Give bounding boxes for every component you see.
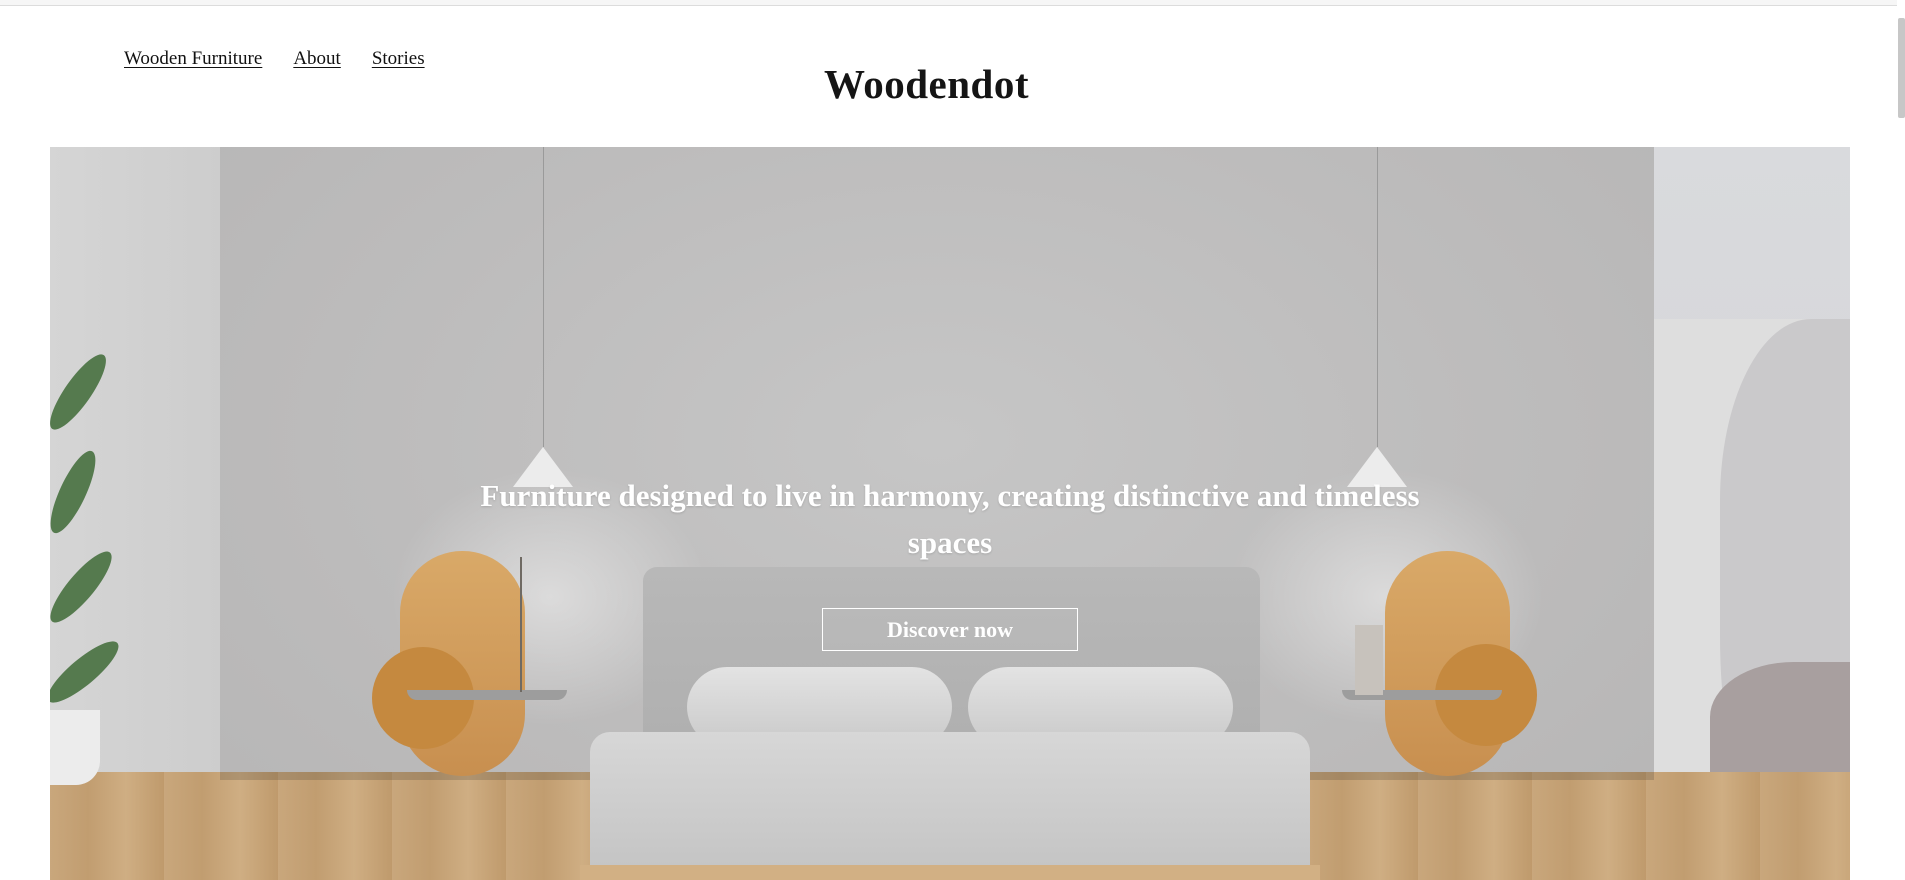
nav-link-about[interactable]: About: [293, 48, 341, 70]
brand-logo[interactable]: Woodendot: [824, 60, 1029, 108]
discover-now-button[interactable]: Discover now: [822, 608, 1078, 651]
browser-top-divider: [0, 0, 1905, 6]
cotton-branch: [520, 557, 522, 692]
decor-vase: [1355, 625, 1383, 695]
hero-banner: Furniture designed to live in harmony, c…: [50, 147, 1850, 880]
page: Wooden Furniture About Stories Woodendot: [0, 0, 1905, 880]
bed-mattress: [590, 732, 1310, 880]
page-scrollbar[interactable]: [1897, 0, 1905, 880]
plant-pot: [50, 710, 100, 785]
hero-headline: Furniture designed to live in harmony, c…: [480, 478, 1420, 560]
nav-link-wooden-furniture[interactable]: Wooden Furniture: [124, 48, 262, 70]
lamp-cord-right: [1377, 147, 1378, 447]
bed-base: [580, 865, 1320, 880]
nightstand-shelf-left: [407, 690, 567, 700]
main-nav: Wooden Furniture About Stories: [124, 48, 425, 70]
lamp-cord-left: [543, 147, 544, 447]
scrollbar-thumb[interactable]: [1898, 18, 1905, 118]
nav-link-stories[interactable]: Stories: [372, 48, 425, 70]
